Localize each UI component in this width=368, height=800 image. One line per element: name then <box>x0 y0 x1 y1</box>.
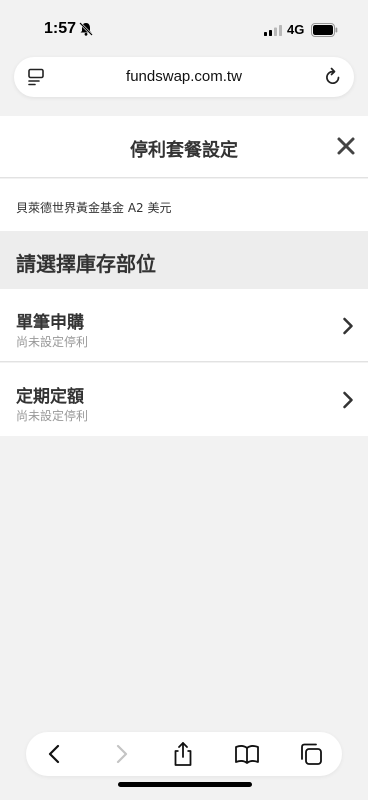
reload-icon[interactable] <box>324 67 342 87</box>
option-title: 定期定額 <box>16 387 84 407</box>
option-status: 尚未設定停利 <box>16 409 89 423</box>
status-bar: 1:57 4G <box>0 0 368 56</box>
forward-arrow-icon[interactable] <box>108 741 134 767</box>
bookmarks-icon[interactable] <box>234 741 260 767</box>
take-profit-sheet: 停利套餐設定 貝萊德世界黃金基金 A2 美元 請選擇庫存部位 單筆申購 尚未設定… <box>0 116 368 716</box>
close-icon[interactable] <box>336 136 356 156</box>
battery-icon <box>311 23 338 37</box>
option-lump-sum[interactable]: 單筆申購 尚未設定停利 <box>0 289 368 362</box>
fund-info-row: 貝萊德世界黃金基金 A2 美元 <box>0 179 368 231</box>
status-time: 1:57 <box>44 20 77 37</box>
home-indicator <box>118 782 252 787</box>
share-icon[interactable] <box>170 741 196 767</box>
fund-name: 貝萊德世界黃金基金 A2 美元 <box>16 201 172 215</box>
option-title: 單筆申購 <box>16 313 84 333</box>
option-status: 尚未設定停利 <box>16 335 89 349</box>
tabs-icon[interactable] <box>298 741 324 767</box>
section-title: 請選擇庫存部位 <box>16 252 156 276</box>
section-header: 請選擇庫存部位 <box>0 231 368 289</box>
back-arrow-icon[interactable] <box>42 741 68 767</box>
chevron-right-icon <box>343 317 353 335</box>
network-label: 4G <box>287 22 305 37</box>
cellular-signal-icon <box>264 25 282 36</box>
url-text[interactable]: fundswap.com.tw <box>14 68 354 85</box>
sheet-header: 停利套餐設定 <box>0 116 368 178</box>
option-regular-investment[interactable]: 定期定額 尚未設定停利 <box>0 363 368 436</box>
chevron-right-icon <box>343 391 353 409</box>
address-bar[interactable]: fundswap.com.tw <box>14 57 354 97</box>
sheet-title: 停利套餐設定 <box>130 140 238 161</box>
browser-toolbar <box>0 716 368 800</box>
bell-slash-icon <box>79 22 93 36</box>
toolbar-pill <box>26 732 342 776</box>
